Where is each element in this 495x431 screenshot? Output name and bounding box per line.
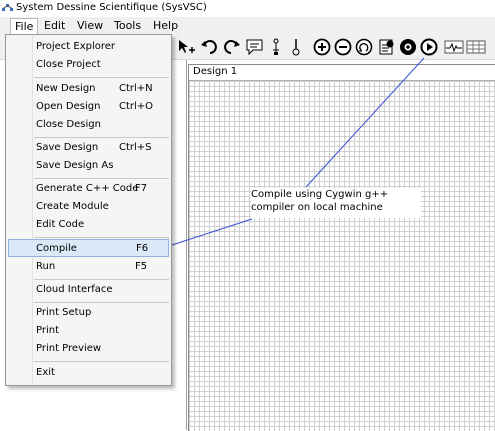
undo-icon[interactable] bbox=[200, 37, 220, 57]
menu-file[interactable]: File bbox=[10, 18, 39, 35]
menu-help[interactable]: Help bbox=[149, 19, 182, 33]
menu-item-edit-code[interactable]: Edit Code bbox=[8, 216, 169, 234]
comment-icon[interactable] bbox=[245, 37, 265, 57]
menu-bar: File Edit View Tools Help bbox=[0, 17, 495, 35]
compile-icon[interactable] bbox=[377, 37, 397, 57]
annotation-callout: Compile using Cygwin g++ compiler on loc… bbox=[251, 188, 421, 218]
plus-cursor-icon[interactable] bbox=[176, 37, 196, 57]
menu-item-close-project[interactable]: Close Project bbox=[8, 56, 169, 74]
menu-item-generate-code[interactable]: Generate C++ Code F7 bbox=[8, 180, 169, 198]
menu-separator bbox=[34, 237, 169, 238]
menu-view[interactable]: View bbox=[73, 19, 107, 33]
menu-item-create-module[interactable]: Create Module bbox=[8, 198, 169, 216]
menu-item-print[interactable]: Print bbox=[8, 322, 169, 340]
window-title: System Dessine Scientifique (SysVSC) bbox=[16, 2, 207, 13]
design-tab-label: Design 1 bbox=[193, 66, 238, 77]
menu-item-print-preview[interactable]: Print Preview bbox=[8, 340, 169, 358]
waveform-icon[interactable] bbox=[444, 37, 464, 57]
menu-item-compile[interactable]: Compile F6 bbox=[8, 239, 169, 257]
title-bar: System Dessine Scientifique (SysVSC) bbox=[0, 0, 495, 17]
menu-separator bbox=[34, 279, 169, 280]
design-tab[interactable]: Design 1 bbox=[189, 65, 495, 81]
zoom-reset-icon[interactable] bbox=[354, 37, 374, 57]
menu-separator bbox=[34, 302, 169, 303]
text-icon[interactable] bbox=[266, 37, 286, 57]
zoom-out-icon[interactable] bbox=[333, 37, 353, 57]
menu-tools[interactable]: Tools bbox=[110, 19, 145, 33]
menu-item-exit[interactable]: Exit bbox=[8, 364, 169, 382]
menu-separator bbox=[34, 178, 169, 179]
menu-item-save-design-as[interactable]: Save Design As bbox=[8, 157, 169, 175]
menu-separator bbox=[34, 77, 169, 78]
redo-icon[interactable] bbox=[221, 37, 241, 57]
menu-item-cloud-interface[interactable]: Cloud Interface bbox=[8, 281, 169, 299]
menu-item-new-design[interactable]: New Design Ctrl+N bbox=[8, 80, 169, 98]
build-icon[interactable] bbox=[398, 37, 418, 57]
menu-separator bbox=[34, 361, 169, 362]
file-menu-dropdown: Project Explorer Close Project New Desig… bbox=[5, 34, 172, 386]
design-grid[interactable] bbox=[189, 81, 495, 431]
menu-item-project-explorer[interactable]: Project Explorer bbox=[8, 38, 169, 56]
menu-item-run[interactable]: Run F5 bbox=[8, 258, 169, 276]
annotation-line-2: compiler on local machine bbox=[251, 202, 383, 213]
probe-icon[interactable] bbox=[286, 37, 306, 57]
zoom-in-icon[interactable] bbox=[312, 37, 332, 57]
table-icon[interactable] bbox=[466, 37, 486, 57]
annotation-line-1: Compile using Cygwin g++ bbox=[251, 189, 389, 200]
app-icon bbox=[2, 4, 13, 11]
menu-item-save-design[interactable]: Save Design Ctrl+S bbox=[8, 139, 169, 157]
menu-item-print-setup[interactable]: Print Setup bbox=[8, 304, 169, 322]
run-icon[interactable] bbox=[419, 37, 439, 57]
menu-separator bbox=[34, 137, 169, 138]
design-canvas-window: Design 1 bbox=[188, 64, 495, 431]
menu-edit[interactable]: Edit bbox=[40, 19, 69, 33]
menu-item-close-design[interactable]: Close Design bbox=[8, 116, 169, 134]
menu-item-open-design[interactable]: Open Design Ctrl+O bbox=[8, 98, 169, 116]
